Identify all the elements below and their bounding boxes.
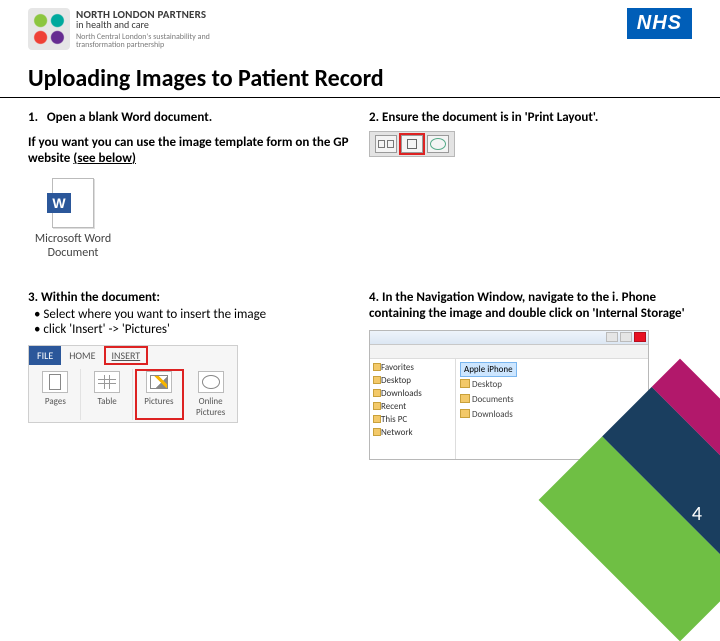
partner-line3: North Central London's sustainability an… [76,33,246,50]
ribbon-tab-file[interactable]: FILE [29,346,61,365]
nhs-badge: NHS [627,8,692,39]
web-layout-icon[interactable] [427,135,449,153]
partner-logo: NORTH LONDON PARTNERS in health and care… [28,8,246,50]
folder-row[interactable]: Desktop [460,377,644,392]
ribbon-pages-label: Pages [45,396,66,407]
word-doc-attachment[interactable]: Microsoft Word Document [28,178,118,260]
ribbon-tab-insert[interactable]: INSERT [104,346,149,365]
step-1-sub-b: (see below) [73,151,136,166]
step-1-sub: If you want you can use the image templa… [28,135,351,168]
ms-word-icon [52,178,94,228]
step-4-heading: 4. In the Navigation Window, navigate to… [369,290,692,323]
step-3-bullet-2: click 'Insert' -> 'Pictures' [34,322,351,337]
word-ribbon: FILE HOME INSERT Pages Table Pictures [28,345,238,423]
step-2: 2. Ensure the document is in 'Print Layo… [369,110,692,260]
step-2-heading: 2. Ensure the document is in 'Print Layo… [369,110,692,125]
step-1-text: Open a blank Word document. [47,110,212,125]
folder-row[interactable]: Documents [460,392,644,407]
pages-icon [42,371,68,393]
window-titlebar [370,331,648,345]
ribbon-pictures-label: Pictures [144,396,173,407]
ribbon-pictures[interactable]: Pictures [135,369,185,420]
ribbon-pages[interactable]: Pages [31,369,81,420]
ribbon-table[interactable]: Table [83,369,133,420]
step-3-bullet-1: Select where you want to insert the imag… [34,307,351,322]
maximize-icon[interactable] [620,332,632,342]
ribbon-tabs: FILE HOME INSERT [29,346,237,365]
ribbon-body: Pages Table Pictures Online Pictures [29,365,237,422]
window-toolbar [370,345,648,359]
step-3-heading: 3. Within the document: [28,290,351,305]
partner-logo-icon [28,8,70,50]
partner-logo-text: NORTH LONDON PARTNERS in health and care… [76,9,246,50]
close-icon[interactable] [634,332,646,342]
folder-row[interactable]: Downloads [460,407,644,422]
sidebar-item[interactable]: Desktop [373,374,452,387]
minimize-icon[interactable] [606,332,618,342]
nav-sidebar: Favorites Desktop Downloads Recent This … [370,359,456,459]
read-mode-icon[interactable] [375,135,397,153]
ribbon-online-pictures[interactable]: Online Pictures [186,369,235,420]
step-1-heading: 1. Open a blank Word document. [28,110,351,125]
ribbon-tab-home[interactable]: HOME [61,346,103,365]
view-mode-toolbar [369,131,455,157]
print-layout-icon[interactable] [401,135,423,153]
step-1: 1. Open a blank Word document. If you wa… [28,110,351,260]
page-number: 4 [692,502,702,526]
word-doc-label-2: Document [28,246,118,260]
sidebar-item[interactable]: This PC [373,413,452,426]
slide-header: NORTH LONDON PARTNERS in health and care… [0,0,720,50]
sidebar-item[interactable]: Network [373,426,452,439]
step-3: 3. Within the document: Select where you… [28,290,351,461]
word-doc-label-1: Microsoft Word [28,232,118,246]
pictures-icon [146,371,172,393]
online-pictures-icon [198,371,224,393]
selected-device[interactable]: Apple iPhone [460,362,517,377]
sidebar-item[interactable]: Downloads [373,387,452,400]
sidebar-item[interactable]: Favorites [373,361,452,374]
steps-grid: 1. Open a blank Word document. If you wa… [0,106,720,460]
sidebar-item[interactable]: Recent [373,400,452,413]
ribbon-online-label: Online Pictures [196,396,225,418]
page-title: Uploading Images to Patient Record [0,50,720,98]
step-3-bullets: Select where you want to insert the imag… [34,307,351,337]
ribbon-table-label: Table [97,396,116,407]
partner-line2: in health and care [76,20,246,31]
step-1-num: 1. [28,110,38,125]
table-icon [94,371,120,393]
